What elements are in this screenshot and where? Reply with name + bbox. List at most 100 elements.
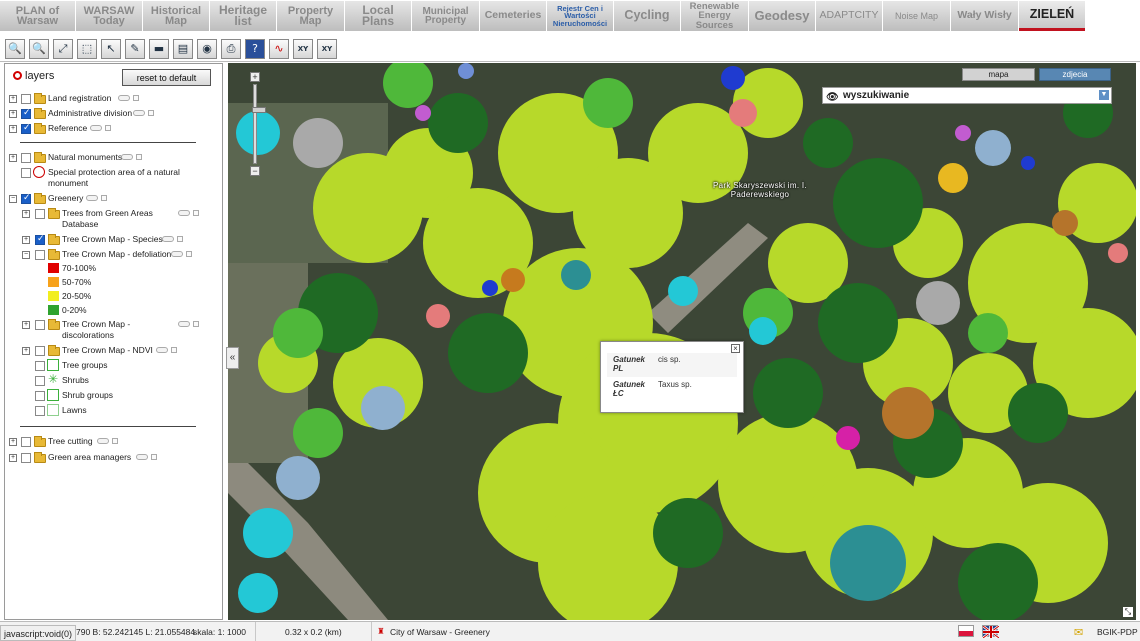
lawns-icon [47,404,59,416]
layer-options[interactable] [86,195,107,201]
identify-icon[interactable]: ✎ [125,38,145,59]
feature-info-popup: × Gatunek PL cis sp. Gatunek ŁC Taxus sp… [600,341,744,413]
checkbox-tree-crown-ndvi[interactable] [35,346,45,356]
layer-options[interactable] [133,110,154,116]
checkbox-green-area-managers[interactable] [21,453,31,463]
checkbox-greenery[interactable] [21,193,31,204]
checkbox-trees-green-areas[interactable] [35,209,45,219]
expand-icon[interactable]: + [9,110,17,118]
checkbox-special-protection-area[interactable] [21,168,31,178]
expand-map-icon[interactable]: ⤡ [1123,607,1133,617]
checkbox-administrative-division[interactable] [21,108,31,119]
chevron-down-icon[interactable]: ▼ [1099,90,1109,100]
tab-renewable-energy[interactable]: Renewable Energy Sources [681,1,748,31]
collapse-icon[interactable]: − [22,251,30,259]
expand-icon[interactable]: + [22,236,30,244]
tab-heritage-list[interactable]: Heritage list [210,1,276,31]
zoom-in-icon[interactable]: 🔍 [5,38,25,59]
popup-value: cis sp. [658,355,681,364]
checkbox-shrub-groups[interactable] [35,391,45,401]
collapse-panel-button[interactable]: « [226,347,239,369]
tab-adaptcity[interactable]: ADAPTCITY [816,1,882,31]
help-icon[interactable]: ? [245,38,265,59]
legend-icon[interactable]: ▤ [173,38,193,59]
tab-local-plans[interactable]: Local Plans [345,1,411,31]
protection-area-icon [33,166,45,178]
measure-icon[interactable]: ▬ [149,38,169,59]
tab-property-map[interactable]: Property Map [277,1,344,31]
tab-cemeteries[interactable]: Cemeteries [480,1,546,31]
tab-cycling[interactable]: Cycling [614,1,680,31]
link-url-tooltip: javascript:void(0) [0,625,77,641]
polish-flag-icon[interactable] [958,625,974,637]
layer-options[interactable] [156,347,177,353]
tab-waly-wisly[interactable]: Wały Wisły [951,1,1018,31]
checkbox-tree-crown-discolorations[interactable] [35,320,45,330]
zoom-extent-icon[interactable]: ⤢ [53,38,73,59]
checkbox-reference[interactable] [21,123,31,134]
zoom-slider-handle[interactable] [252,107,266,113]
layer-options[interactable] [178,321,199,327]
layer-options[interactable] [121,154,142,160]
layer-options[interactable] [171,251,192,257]
expand-icon[interactable]: + [9,125,17,133]
layer-options[interactable] [178,210,199,216]
layer-options[interactable] [90,125,111,131]
expand-icon[interactable]: + [22,210,30,218]
checkbox-shrubs[interactable] [35,376,45,386]
english-flag-icon[interactable] [982,625,999,638]
print-icon[interactable]: ⎙ [221,38,241,59]
xy-icon[interactable]: XY [293,38,313,59]
zoom-in-button[interactable]: + [250,72,260,82]
expand-icon[interactable]: + [9,154,17,162]
expand-icon[interactable]: + [9,438,17,446]
folder-icon [34,93,46,104]
checkbox-tree-groups[interactable] [35,361,45,371]
basemap-mapa-button[interactable]: mapa [962,68,1035,81]
expand-icon[interactable]: + [22,321,30,329]
tab-historical-map[interactable]: Historical Map [143,1,209,31]
close-icon[interactable]: × [731,344,740,353]
expand-icon[interactable]: + [9,95,17,103]
shrub-groups-icon [47,389,59,401]
layer-label: Tree Crown Map - Species [62,234,163,244]
expand-icon[interactable]: + [9,454,17,462]
expand-icon[interactable]: + [22,347,30,355]
tab-label: Local Plans [361,2,394,28]
checkbox-natural-monuments[interactable] [21,153,31,163]
layer-options[interactable] [97,438,118,444]
zoom-window-icon[interactable]: ⬚ [77,38,97,59]
zoom-control: + − [250,72,266,177]
zoom-out-button[interactable]: − [250,166,260,176]
tab-rejestr-cen[interactable]: Rejestr Cen i Wartości Nieruchomości [547,1,613,31]
tab-municipal-property[interactable]: Municipal Property [412,1,479,31]
layer-options[interactable] [118,95,139,101]
basemap-zdjecia-button[interactable]: zdjecia [1039,68,1111,81]
layer-options[interactable] [136,454,157,460]
zoom-slider[interactable] [252,84,266,164]
checkbox-lawns[interactable] [35,406,45,416]
xy-goto-icon[interactable]: XY [317,38,337,59]
search-box[interactable]: 👁 wyszukiwanie ▼ [822,87,1112,104]
checkbox-tree-cutting[interactable] [21,437,31,447]
reset-to-default-button[interactable]: reset to default [122,69,211,86]
extent-readout: 0.32 x 0.2 (km) [285,627,342,637]
tab-noise-map[interactable]: Noise Map [883,1,950,31]
layer-options[interactable] [162,236,183,242]
legend-swatch-20-50 [48,291,59,301]
tab-geodesy[interactable]: Geodesy [749,1,815,31]
collapse-icon[interactable]: − [9,195,17,203]
checkbox-land-registration[interactable] [21,94,31,104]
checkbox-tree-crown-defoliation[interactable] [35,250,45,260]
map-canvas[interactable]: + − mapa zdjecia 👁 wyszukiwanie ▼ Park S… [228,63,1136,620]
envelope-icon[interactable]: ✉ [1074,626,1083,639]
layers-panel: layers reset to default + Land registrat… [4,63,223,620]
tab-plan-of-warsaw[interactable]: PLAN of Warsaw [0,1,75,31]
zoom-out-icon[interactable]: 🔍 [29,38,49,59]
globe-icon[interactable]: ◉ [197,38,217,59]
checkbox-tree-crown-species[interactable] [35,234,45,245]
tab-zielen[interactable]: ZIELEŃ [1019,1,1085,31]
tab-warsaw-today[interactable]: WARSAW Today [76,1,142,31]
chart-icon[interactable]: ∿ [269,38,289,59]
select-icon[interactable]: ↖ [101,38,121,59]
